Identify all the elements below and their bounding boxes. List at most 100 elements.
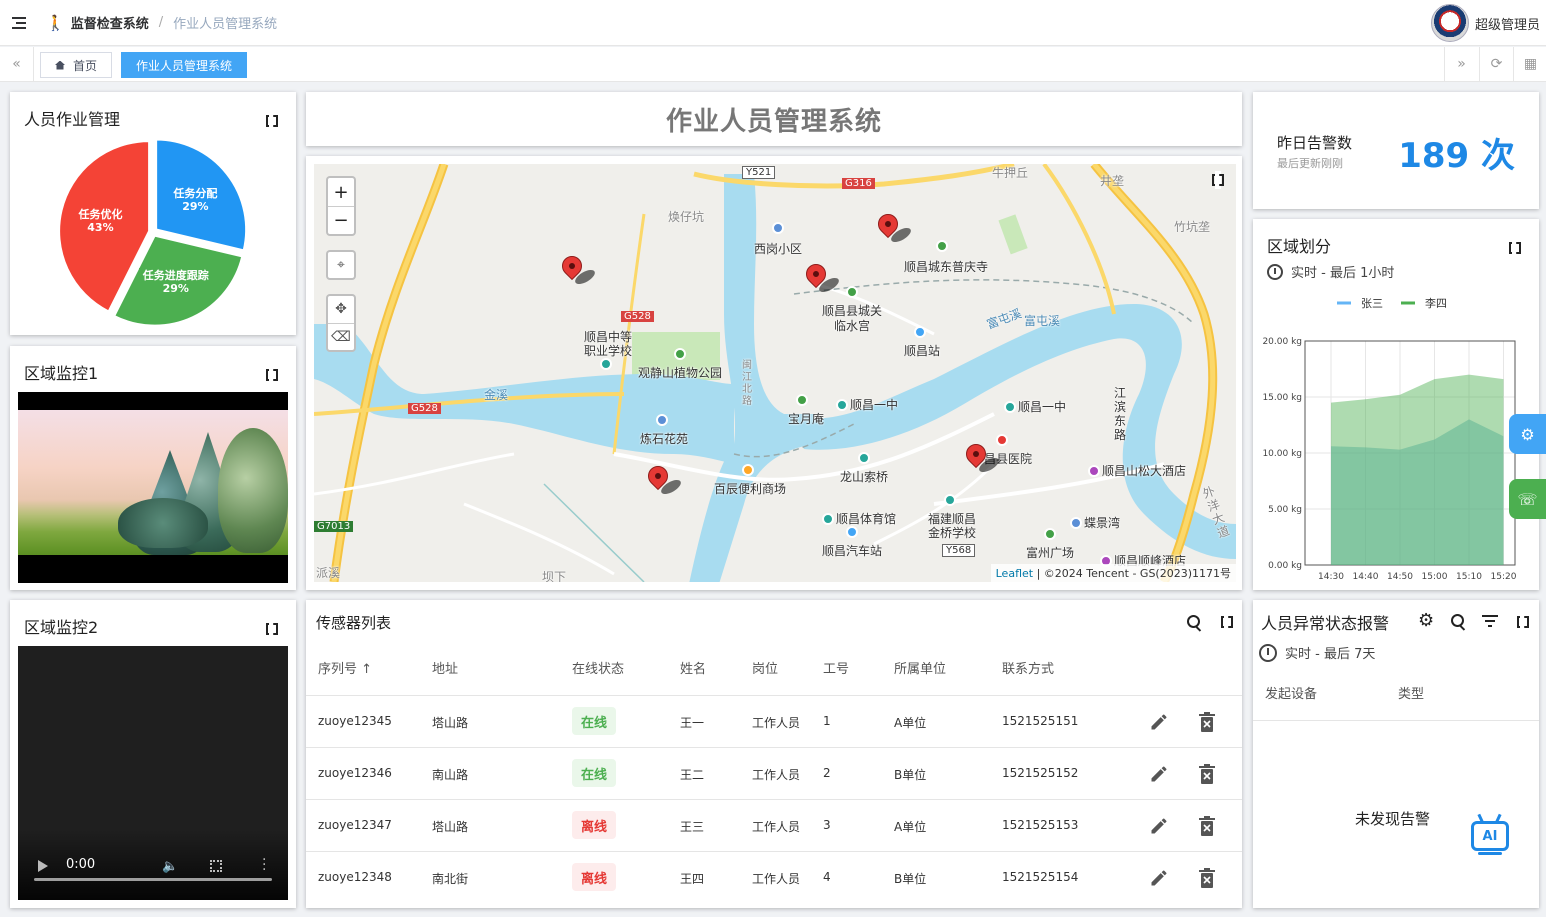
alarm-panel: 昨日告警数 最后更新刚刚 189 次 bbox=[1253, 92, 1539, 209]
settings-float-button[interactable]: ⚙ bbox=[1509, 414, 1546, 454]
gear-icon: ⚙ bbox=[1520, 424, 1535, 444]
map-marker[interactable] bbox=[961, 439, 1002, 476]
map-marker[interactable] bbox=[873, 209, 914, 246]
home-icon bbox=[55, 60, 65, 70]
table-cell-no: 4 bbox=[823, 870, 831, 884]
avatar[interactable] bbox=[1430, 4, 1469, 42]
map-label: 富屯溪 bbox=[1024, 314, 1061, 328]
column-header-address[interactable]: 地址 bbox=[432, 658, 458, 677]
zoom-in-button[interactable]: + bbox=[328, 178, 354, 206]
user-name[interactable]: 超级管理员 bbox=[1475, 14, 1540, 33]
user-menu[interactable]: 超级管理员 bbox=[1430, 4, 1540, 42]
column-header-phone[interactable]: 联系方式 bbox=[1002, 658, 1054, 677]
refresh-icon[interactable]: ⟳ bbox=[1479, 47, 1513, 81]
leaflet-link[interactable]: Leaflet bbox=[996, 567, 1033, 580]
video-progress-bar[interactable] bbox=[34, 878, 272, 881]
volume-icon[interactable]: 🔈 bbox=[162, 859, 178, 874]
search-icon[interactable] bbox=[1187, 615, 1203, 631]
edit-icon[interactable] bbox=[1149, 868, 1169, 888]
column-header-status[interactable]: 在线状态 bbox=[572, 658, 624, 677]
delete-icon[interactable] bbox=[1199, 764, 1215, 784]
map-label: 坝下 bbox=[542, 570, 567, 582]
search-icon[interactable] bbox=[1451, 614, 1467, 630]
video-time: 0:00 bbox=[66, 857, 96, 872]
x-tick-label: 14:30 bbox=[1318, 572, 1344, 582]
status-badge: 在线 bbox=[572, 759, 617, 787]
table-cell-phone: 1521525151 bbox=[1002, 714, 1079, 728]
ai-robot-icon[interactable]: AI bbox=[1469, 813, 1511, 858]
table-cell-no: 1 bbox=[823, 714, 831, 728]
map-marker[interactable] bbox=[801, 259, 842, 296]
breadcrumb-root[interactable]: 监督检查系统 bbox=[71, 13, 149, 32]
area-chart-panel: 区域划分 实时 - 最后 1小时 张三 李四 0.00 kg 5.00 kg 10.00… bbox=[1253, 219, 1539, 590]
map-marker[interactable] bbox=[643, 461, 684, 498]
monitor1-video[interactable] bbox=[18, 392, 288, 583]
play-icon[interactable] bbox=[38, 860, 48, 872]
filter-icon[interactable] bbox=[1482, 614, 1498, 628]
page-title: 作业人员管理系统 bbox=[665, 106, 882, 137]
map-marker[interactable] bbox=[557, 251, 598, 288]
monitor1-panel: 区域监控1 bbox=[10, 346, 296, 590]
move-icon[interactable]: ✥ bbox=[335, 296, 347, 323]
monitor2-video[interactable]: 0:00 🔈 · · · bbox=[18, 646, 288, 900]
hamburger-menu-icon[interactable] bbox=[12, 16, 30, 30]
column-header-device[interactable]: 发起设备 bbox=[1265, 683, 1317, 702]
area-chart-subtitle: 实时 - 最后 1小时 bbox=[1267, 262, 1394, 281]
legend-label[interactable]: 李四 bbox=[1425, 296, 1447, 310]
table-cell-phone: 1521525153 bbox=[1002, 818, 1079, 832]
table-cell-unit: B单位 bbox=[894, 768, 927, 782]
map[interactable]: Y521 G316 G528 G528 G7013 Y568 牛押丘 井垄 竹坑… bbox=[314, 164, 1236, 582]
fullscreen-icon[interactable] bbox=[1509, 239, 1521, 257]
column-header-type[interactable]: 类型 bbox=[1398, 683, 1424, 702]
delete-icon[interactable] bbox=[1199, 712, 1215, 732]
fullscreen-icon[interactable] bbox=[266, 366, 278, 384]
table-cell-id: zuoye12346 bbox=[318, 766, 392, 780]
map-label: 闽江北路 bbox=[742, 360, 752, 407]
edit-icon[interactable] bbox=[1149, 764, 1169, 784]
map-label: 竹坑垄 bbox=[1174, 220, 1211, 234]
table-row[interactable]: zuoye12348 南北街 王四 工作人员 4 B单位 1521525154 离线 bbox=[306, 851, 1242, 903]
gear-icon[interactable]: ⚙ bbox=[1418, 610, 1434, 631]
grid-menu-icon[interactable]: ▦ bbox=[1513, 47, 1546, 81]
fullscreen-icon[interactable] bbox=[266, 620, 278, 638]
fullscreen-icon[interactable] bbox=[1221, 613, 1233, 631]
page-title-panel: 作业人员管理系统 bbox=[306, 92, 1242, 146]
column-header-name[interactable]: 姓名 bbox=[680, 658, 706, 677]
column-header-post[interactable]: 岗位 bbox=[752, 658, 778, 677]
status-badge: 在线 bbox=[572, 707, 617, 735]
map-fullscreen-icon[interactable] bbox=[1212, 171, 1224, 189]
video-fullscreen-icon[interactable] bbox=[210, 860, 222, 872]
pie-slice-label: 任务进度跟踪 29% bbox=[136, 267, 216, 296]
abnormal-panel: 人员异常状态报警 ⚙ 实时 - 最后 7天 发起设备 类型 未发现告警 AI bbox=[1253, 600, 1539, 908]
edit-icon[interactable] bbox=[1149, 816, 1169, 836]
road-shield: G528 bbox=[621, 311, 654, 322]
legend-label[interactable]: 张三 bbox=[1361, 297, 1383, 310]
location-icon[interactable]: ⌖ bbox=[326, 250, 356, 280]
column-header-unit[interactable]: 所属单位 bbox=[894, 658, 946, 677]
scroll-left-icon[interactable]: « bbox=[0, 47, 34, 81]
more-options-icon[interactable]: · · · bbox=[262, 853, 266, 877]
road-shield: G316 bbox=[842, 178, 875, 189]
map-label: 顺昌城东普庆寺 bbox=[904, 240, 988, 274]
table-row[interactable]: zuoye12347 塔山路 王三 工作人员 3 A单位 1521525153 离线 bbox=[306, 799, 1242, 851]
tab-home[interactable]: 首页 bbox=[40, 52, 113, 78]
delete-icon[interactable] bbox=[1199, 816, 1215, 836]
table-cell-name: 王一 bbox=[680, 716, 705, 730]
divider bbox=[1253, 720, 1539, 721]
column-header-number[interactable]: 工号 bbox=[823, 658, 849, 677]
table-cell-no: 2 bbox=[823, 766, 831, 780]
map-label: 龙山索桥 bbox=[840, 452, 888, 484]
map-label: 金溪 bbox=[484, 388, 509, 402]
zoom-out-button[interactable]: − bbox=[328, 206, 354, 234]
scroll-right-icon[interactable]: » bbox=[1444, 47, 1478, 81]
table-row[interactable]: zuoye12346 南山路 王二 工作人员 2 B单位 1521525152 在线 bbox=[306, 747, 1242, 799]
column-header-id[interactable]: 序列号 ↑ bbox=[318, 658, 372, 677]
edit-icon[interactable] bbox=[1149, 712, 1169, 732]
sort-asc-icon[interactable]: ↑ bbox=[361, 662, 372, 677]
eraser-icon[interactable]: ⌫ bbox=[328, 322, 354, 350]
tab-worker-management[interactable]: 作业人员管理系统 bbox=[121, 52, 248, 78]
fullscreen-icon[interactable] bbox=[1517, 613, 1529, 631]
table-row[interactable]: zuoye12345 塔山路 王一 工作人员 1 A单位 1521525151 在线 bbox=[306, 695, 1242, 747]
support-float-button[interactable]: ☏ bbox=[1509, 479, 1546, 519]
delete-icon[interactable] bbox=[1199, 868, 1215, 888]
